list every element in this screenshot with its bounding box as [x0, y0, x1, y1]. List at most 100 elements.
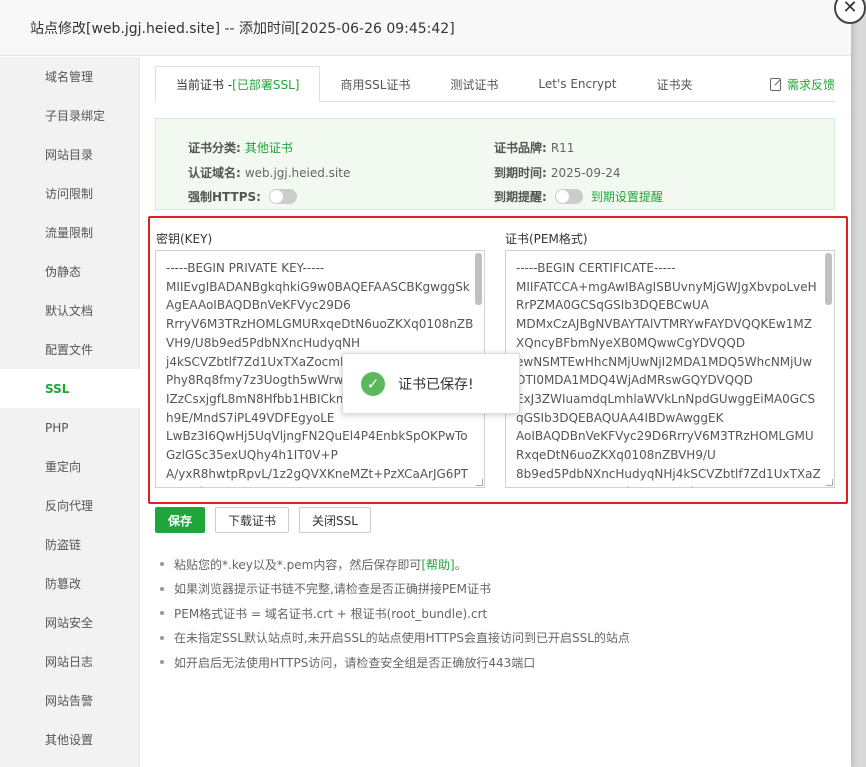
cert-expire-value: 2025-09-24 — [550, 165, 621, 180]
sidebar-item-label: 反向代理 — [45, 499, 94, 513]
sidebar: 域名管理 子目录绑定 网站目录 访问限制 流量限制 伪静态 默认文档 配置文件 … — [0, 57, 140, 767]
tip-text-end: 。 — [454, 557, 467, 572]
tip-item: PEM格式证书 = 域名证书.crt + 根证书(root_bundle).cr… — [160, 601, 630, 626]
sidebar-item-label: PHP — [45, 420, 69, 435]
cert-category-row: 证书分类: 其他证书 — [188, 139, 293, 156]
close-ssl-button[interactable]: 关闭SSL — [299, 507, 371, 533]
cert-category-label: 证书分类: — [188, 141, 241, 155]
sidebar-item-label: 域名管理 — [45, 70, 94, 84]
sidebar-item-access-limit[interactable]: 访问限制 — [0, 174, 139, 213]
sidebar-item-traffic-limit[interactable]: 流量限制 — [0, 213, 139, 252]
tab-commercial-ssl[interactable]: 商用SSL证书 — [320, 66, 430, 102]
cert-expire-row: 到期时间: 2025-09-24 — [494, 164, 621, 181]
sidebar-item-php[interactable]: PHP — [0, 408, 139, 447]
feedback-link[interactable]: 需求反馈 — [769, 76, 835, 93]
resize-grip-icon[interactable] — [826, 479, 833, 486]
sidebar-item-label: 默认文档 — [45, 304, 94, 318]
bullet-icon — [160, 562, 164, 567]
expire-remind-label: 到期提醒: — [494, 190, 547, 204]
check-icon: ✓ — [361, 371, 385, 396]
sidebar-item-tamper-proof[interactable]: 防篡改 — [0, 564, 139, 603]
dialog-header: 站点修改[web.jgj.heied.site] -- 添加时间[2025-06… — [0, 0, 851, 56]
sidebar-item-hotlink[interactable]: 防盗链 — [0, 525, 139, 564]
tip-text: 在未指定SSL默认站点时,未开启SSL的站点使用HTTPS会直接访问到已开启SS… — [174, 631, 630, 646]
tab-lets-encrypt[interactable]: Let's Encrypt — [518, 66, 636, 102]
toast-message: 证书已保存! — [398, 376, 474, 393]
sidebar-item-default-doc[interactable]: 默认文档 — [0, 291, 139, 330]
sidebar-item-label: 网站日志 — [45, 655, 94, 669]
dialog-title: 站点修改[web.jgj.heied.site] -- 添加时间[2025-06… — [30, 20, 455, 37]
tab-label: 当前证书 - — [176, 78, 233, 92]
save-button[interactable]: 保存 — [155, 507, 206, 533]
force-https-row: 强制HTTPS: — [188, 188, 297, 205]
cert-label: 证书(PEM格式) — [505, 232, 588, 246]
sidebar-item-site-dir[interactable]: 网站目录 — [0, 135, 139, 174]
sidebar-item-label: 访问限制 — [45, 187, 94, 201]
tips-list: 粘贴您的*.key以及*.pem内容，然后保存即可 [帮助] 。 如果浏览器提示… — [160, 552, 630, 675]
tip-text: PEM格式证书 = 域名证书.crt + 根证书(root_bundle).cr… — [174, 606, 488, 621]
sidebar-item-label: 重定向 — [45, 460, 82, 474]
download-cert-button[interactable]: 下载证书 — [215, 507, 290, 533]
tab-label: 测试证书 — [450, 77, 499, 92]
resize-grip-icon[interactable] — [476, 479, 483, 486]
expire-remind-link[interactable]: 到期设置提醒 — [591, 188, 663, 205]
sidebar-item-subdir[interactable]: 子目录绑定 — [0, 96, 139, 135]
sidebar-item-ssl[interactable]: SSL — [0, 369, 140, 408]
edit-icon — [769, 78, 781, 91]
expire-remind-toggle[interactable] — [554, 189, 583, 204]
cert-info-box: 证书分类: 其他证书 认证域名: web.jgj.heied.site 强制HT… — [155, 118, 835, 210]
bullet-icon — [160, 586, 164, 591]
force-https-toggle[interactable] — [268, 189, 297, 204]
sidebar-item-rewrite[interactable]: 伪静态 — [0, 252, 139, 291]
sidebar-item-label: 网站目录 — [45, 148, 94, 162]
help-link[interactable]: [帮助] — [421, 556, 454, 573]
backdrop — [851, 0, 866, 767]
sidebar-item-site-alert[interactable]: 网站告警 — [0, 681, 139, 720]
cert-content: -----BEGIN CERTIFICATE----- MIIFATCCA+mg… — [516, 261, 821, 487]
tab-test-cert[interactable]: 测试证书 — [430, 66, 518, 102]
tip-item: 粘贴您的*.key以及*.pem内容，然后保存即可 [帮助] 。 — [160, 552, 630, 577]
sidebar-item-site-log[interactable]: 网站日志 — [0, 642, 139, 681]
tab-cert-folder[interactable]: 证书夹 — [636, 66, 712, 102]
cert-domain-row: 认证域名: web.jgj.heied.site — [188, 164, 350, 181]
key-label: 密钥(KEY) — [156, 232, 213, 246]
sidebar-item-reverse-proxy[interactable]: 反向代理 — [0, 486, 139, 525]
cert-expire-label: 到期时间: — [494, 166, 547, 180]
ssl-main-panel: 当前证书 - [已部署SSL] 商用SSL证书 测试证书 Let's Encry… — [155, 66, 835, 210]
tip-item: 如开启后无法使用HTTPS访问，请检查安全组是否正确放行443端口 — [160, 650, 630, 675]
sidebar-item-label: SSL — [45, 381, 70, 396]
cert-domain-label: 认证域名: — [188, 166, 241, 180]
sidebar-item-label: 防盗链 — [45, 538, 82, 552]
sidebar-item-label: 网站安全 — [45, 616, 94, 630]
tip-item: 在未指定SSL默认站点时,未开启SSL的站点使用HTTPS会直接访问到已开启SS… — [160, 626, 630, 651]
sidebar-item-label: 流量限制 — [45, 226, 94, 240]
sidebar-item-domain[interactable]: 域名管理 — [0, 57, 139, 96]
cert-brand-label: 证书品牌: — [494, 141, 547, 155]
bullet-icon — [160, 611, 164, 616]
site-settings-dialog: 站点修改[web.jgj.heied.site] -- 添加时间[2025-06… — [0, 0, 851, 767]
tab-label: 证书夹 — [656, 77, 693, 92]
key-scrollbar[interactable] — [475, 253, 482, 305]
sidebar-item-site-security[interactable]: 网站安全 — [0, 603, 139, 642]
tab-label: Let's Encrypt — [538, 77, 617, 91]
sidebar-item-label: 子目录绑定 — [45, 109, 106, 123]
tip-text: 粘贴您的*.key以及*.pem内容，然后保存即可 — [174, 557, 422, 572]
tab-label: 商用SSL证书 — [340, 77, 411, 92]
sidebar-item-redirect[interactable]: 重定向 — [0, 447, 139, 486]
sidebar-item-config-file[interactable]: 配置文件 — [0, 330, 139, 369]
sidebar-item-label: 防篡改 — [45, 577, 82, 591]
tip-text: 如果浏览器提示证书链不完整,请检查是否正确拼接PEM证书 — [174, 582, 491, 597]
bullet-icon — [160, 635, 164, 640]
sidebar-item-label: 伪静态 — [45, 265, 82, 279]
cert-scrollbar[interactable] — [825, 253, 832, 305]
cert-brand-value: R11 — [550, 140, 575, 155]
tip-item: 如果浏览器提示证书链不完整,请检查是否正确拼接PEM证书 — [160, 577, 630, 602]
sidebar-item-label: 其他设置 — [45, 733, 94, 747]
sidebar-item-other-settings[interactable]: 其他设置 — [0, 720, 139, 759]
saved-toast: ✓ 证书已保存! — [342, 353, 520, 414]
cert-textarea[interactable]: -----BEGIN CERTIFICATE----- MIIFATCCA+mg… — [505, 250, 835, 488]
tab-current-cert[interactable]: 当前证书 - [已部署SSL] — [155, 66, 321, 103]
ssl-status-label: [已部署SSL] — [232, 78, 300, 92]
expire-remind-row: 到期提醒: 到期设置提醒 — [494, 188, 663, 205]
sidebar-item-label: 配置文件 — [45, 343, 94, 357]
